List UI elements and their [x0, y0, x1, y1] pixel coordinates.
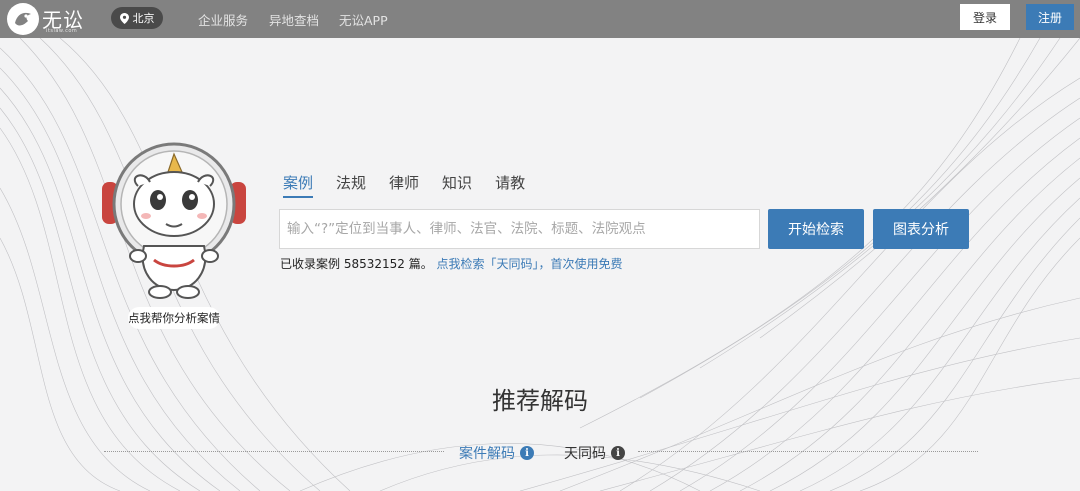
mascot-astronaut-image[interactable] [98, 142, 250, 302]
tab-tiantong-code[interactable]: 天同码 i [564, 443, 625, 463]
info-icon[interactable]: i [520, 446, 534, 460]
tab-case-decoding-label: 案件解码 [459, 446, 515, 462]
tab-regulations[interactable]: 法规 [336, 172, 366, 198]
recommend-title: 推荐解码 [492, 387, 588, 415]
city-selector[interactable]: 北京 [111, 7, 163, 29]
search-type-tabs: 案例 法规 律师 知识 请教 [283, 172, 548, 198]
search-input[interactable] [279, 209, 760, 249]
divider-left [104, 451, 444, 452]
tiantong-code-link[interactable]: 点我检索「天同码」，首次使用免费 [437, 257, 623, 271]
city-label: 北京 [132, 12, 155, 25]
tab-tiantong-code-label: 天同码 [564, 446, 606, 462]
tab-case-decoding[interactable]: 案件解码 i [459, 443, 534, 463]
register-button[interactable]: 注册 [1026, 4, 1074, 30]
top-navbar: 无讼 itslaw.com 北京 企业服务 异地查档 无讼APP 登录 注册 [0, 0, 1080, 38]
nav-app[interactable]: 无讼APP [339, 10, 388, 29]
nav-remote-archive[interactable]: 异地查档 [269, 10, 319, 29]
tab-knowledge[interactable]: 知识 [442, 172, 472, 198]
tab-cases[interactable]: 案例 [283, 172, 314, 198]
chart-analysis-button[interactable]: 图表分析 [873, 209, 969, 249]
logo-subtext: itslaw.com [46, 28, 78, 34]
case-count-stats: 已收录案例 58532152 篇。 点我检索「天同码」，首次使用免费 [280, 255, 623, 272]
info-icon[interactable]: i [611, 446, 625, 460]
logo-mark-icon [7, 3, 39, 35]
tab-consult[interactable]: 请教 [495, 172, 525, 198]
tab-lawyers[interactable]: 律师 [389, 172, 419, 198]
start-search-button[interactable]: 开始检索 [768, 209, 864, 249]
case-count-text: 已收录案例 58532152 篇。 [280, 257, 433, 271]
divider-right [638, 451, 978, 452]
nav-enterprise-services[interactable]: 企业服务 [198, 10, 248, 29]
location-pin-icon [119, 12, 129, 24]
login-button[interactable]: 登录 [960, 4, 1010, 30]
site-logo[interactable]: 无讼 itslaw.com [6, 2, 90, 36]
mascot-speech-bubble[interactable]: 点我帮你分析案情 [128, 307, 220, 329]
